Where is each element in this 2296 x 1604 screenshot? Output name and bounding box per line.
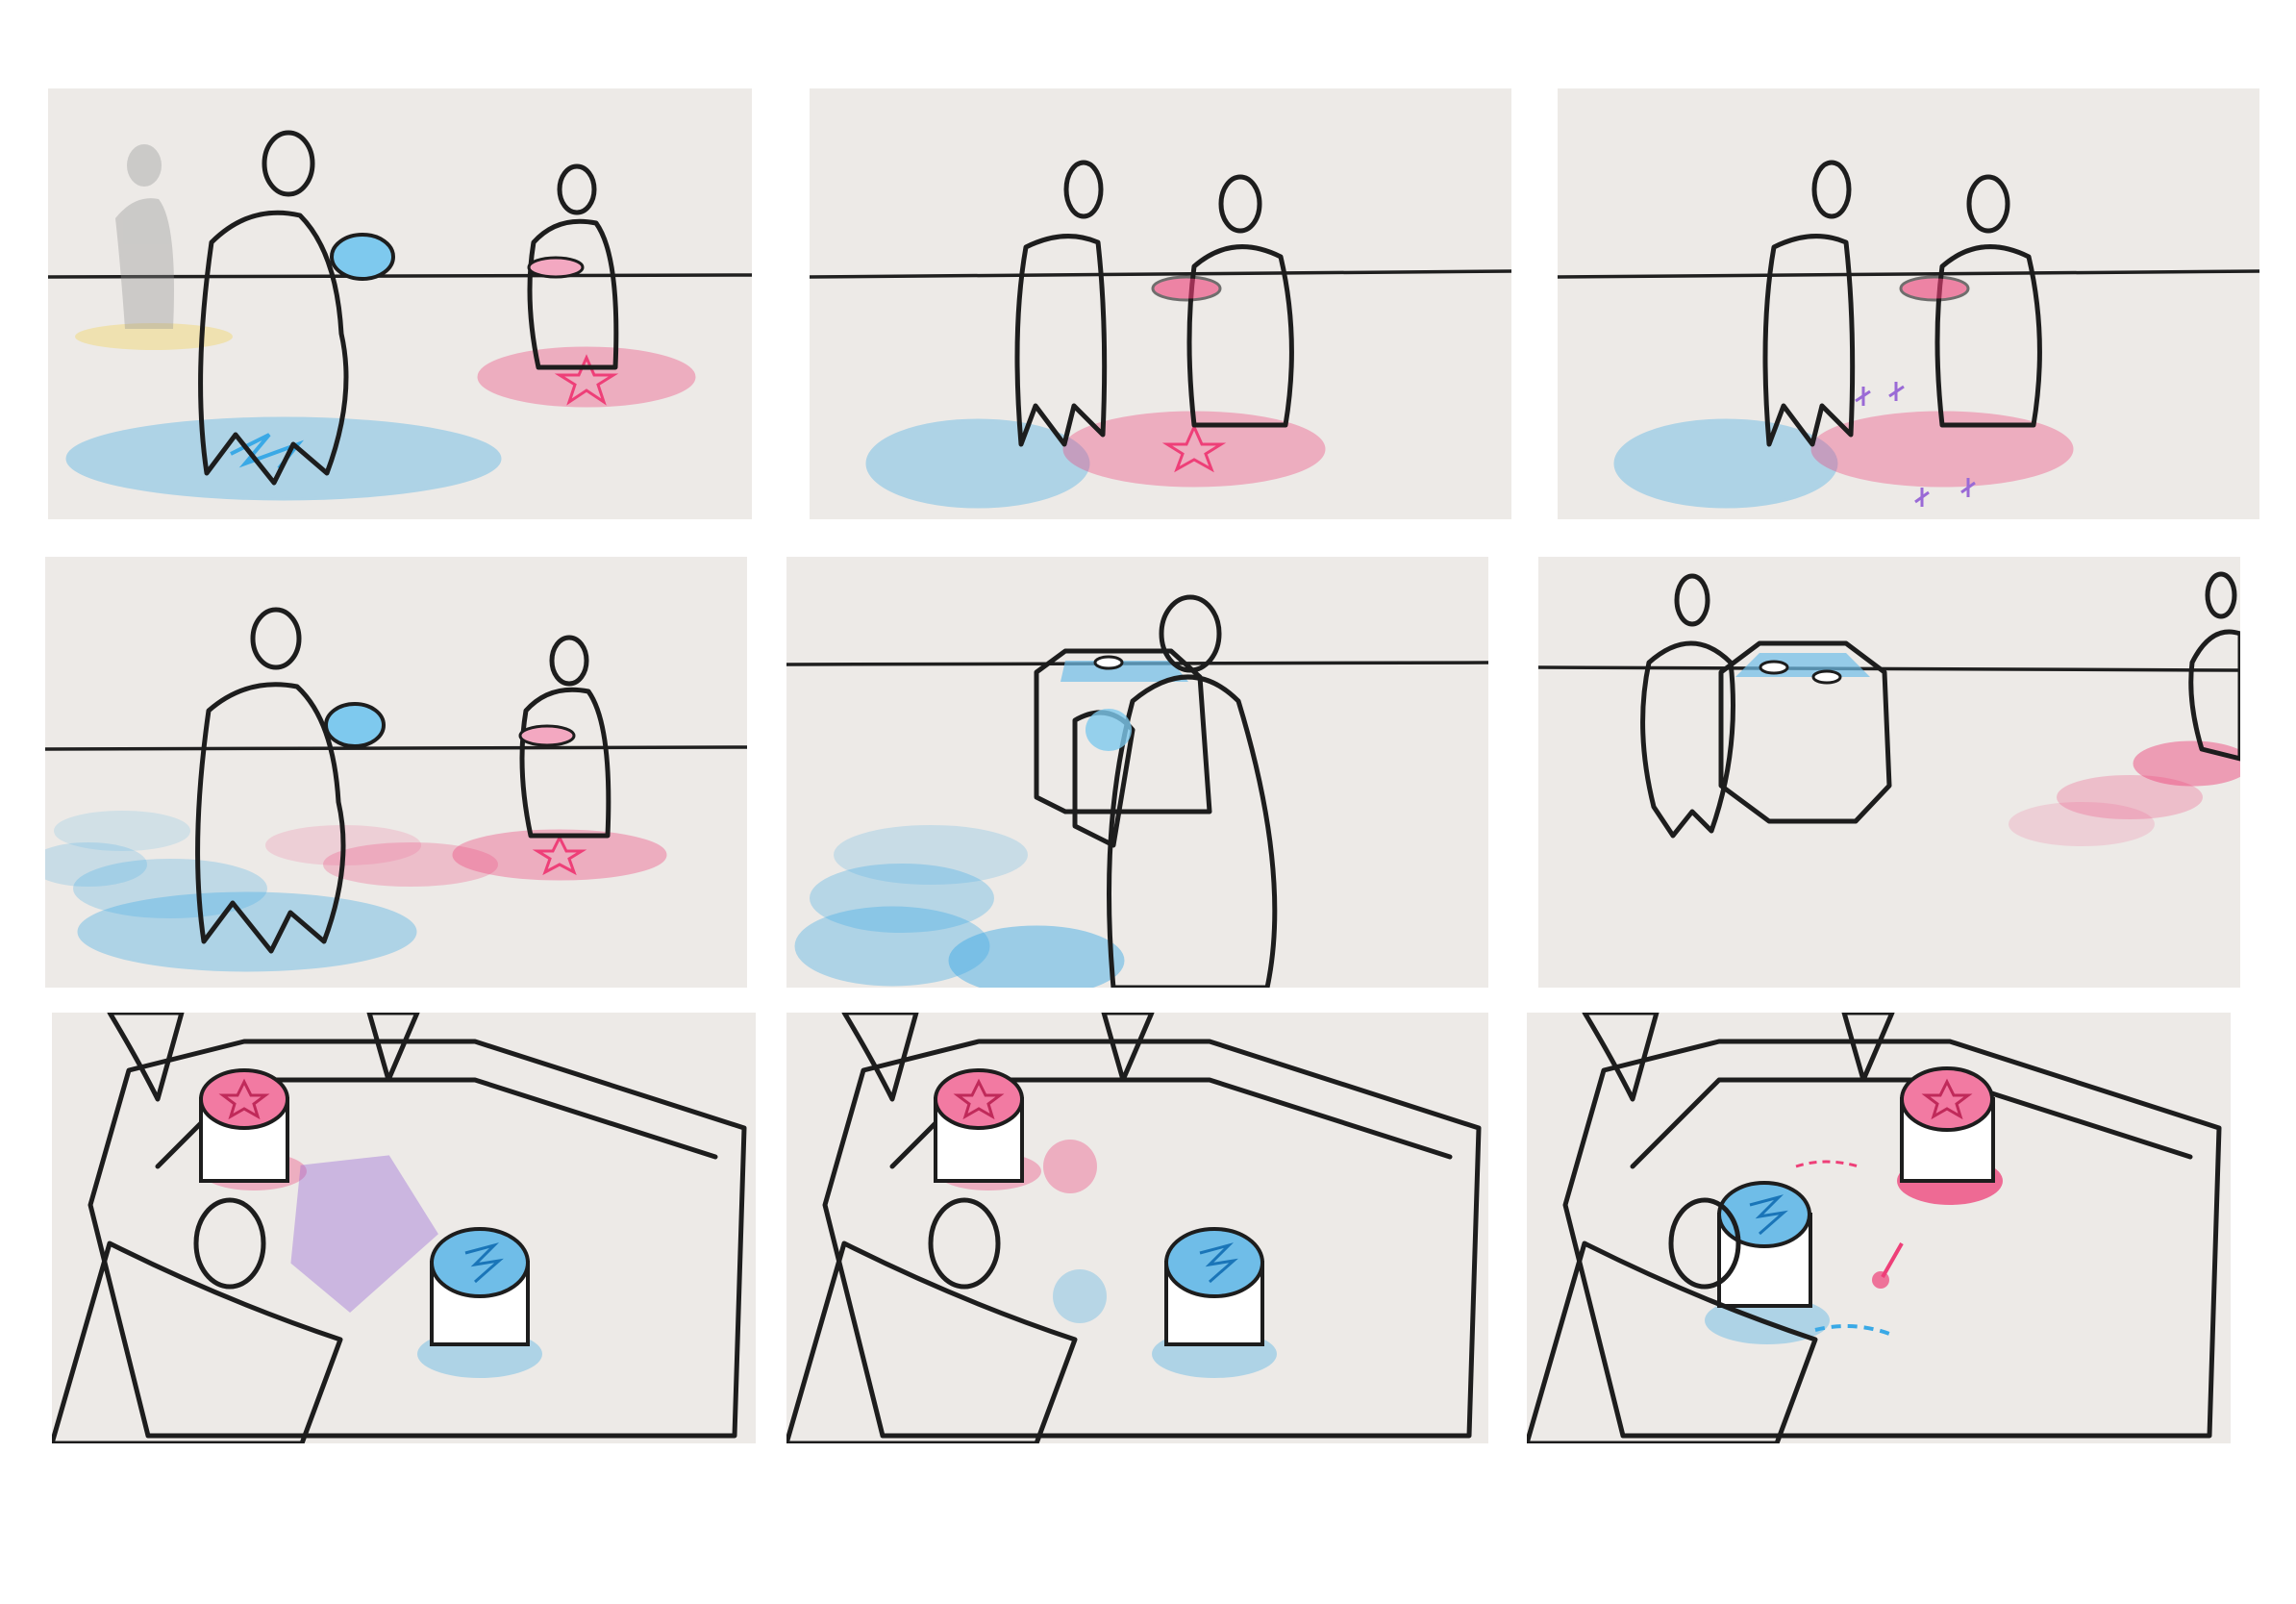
figure-blue: [1762, 160, 1856, 447]
arrow-icon: [1881, 1242, 1904, 1278]
star-canister: [1900, 1066, 1995, 1183]
panel-3-sketch: [1558, 160, 2259, 509]
blue-token: [1053, 1269, 1107, 1323]
panel-5-sketch: [786, 594, 1488, 988]
lightning-canister: [430, 1227, 530, 1346]
panel-1-sketch: [48, 130, 752, 501]
star-canister: [934, 1068, 1024, 1183]
character-head: [928, 1197, 1001, 1290]
table-edge: [1562, 1039, 2222, 1439]
character-body: [52, 1241, 343, 1443]
figure-pink: [527, 163, 619, 370]
figure-blue: [1014, 160, 1108, 447]
storyboard-panel-9: [1527, 1013, 2231, 1443]
storyboard-panel-5: [786, 557, 1488, 988]
panel-6-sketch: [1538, 571, 2240, 846]
panel-9-sketch: [1527, 1013, 2222, 1443]
storyboard-panel-4: [45, 557, 747, 988]
panel-8-sketch: [786, 1013, 1482, 1443]
storyboard-panel-1: [48, 88, 752, 519]
figure-pink: [518, 635, 611, 839]
character-body: [786, 1241, 1078, 1443]
storyboard-panel-8: [786, 1013, 1488, 1443]
table-edge: [822, 1039, 1482, 1439]
panel-7-sketch: [52, 1013, 747, 1443]
ghost-figure: [115, 144, 174, 329]
panel-2-sketch: [810, 160, 1511, 509]
character-head: [193, 1197, 266, 1290]
storyboard-panel-7: [52, 1013, 756, 1443]
star-canister: [199, 1068, 289, 1183]
pink-ring: [2133, 740, 2240, 787]
storyboard-panel-6: [1538, 557, 2240, 988]
figure-pink: [1186, 174, 1294, 428]
figure-pink: [1934, 174, 2042, 428]
lightning-canister: [1164, 1227, 1264, 1346]
pink-token: [1043, 1140, 1097, 1193]
storyboard-panel-3: [1558, 88, 2259, 519]
lightning-canister: [1717, 1181, 1812, 1308]
storyboard-panel-2: [810, 88, 1511, 519]
figure-right: [2188, 571, 2240, 762]
burst-mark: [290, 1155, 438, 1313]
panel-4-sketch: [45, 607, 747, 972]
blue-ring: [77, 891, 417, 972]
